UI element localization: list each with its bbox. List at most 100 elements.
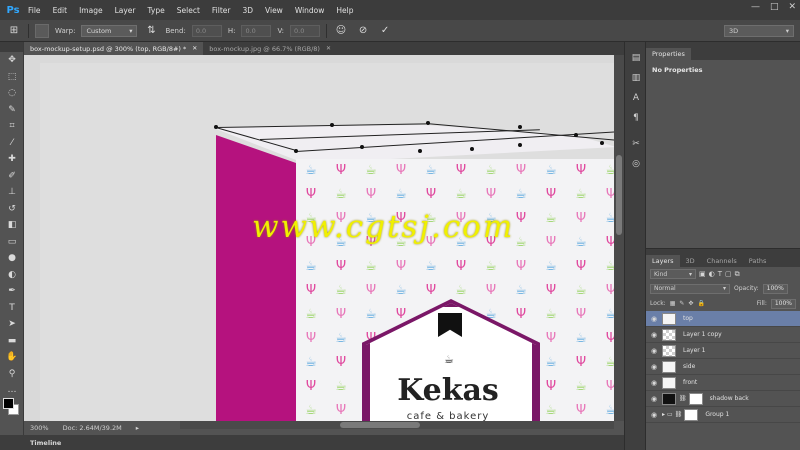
puppet-icon[interactable]: ☺ [333, 23, 349, 39]
paragraph-panel-icon[interactable]: ¶ [625, 108, 647, 128]
lock-all-icon[interactable]: 🔒 [697, 300, 704, 307]
history-panel-icon[interactable]: ▤ [625, 48, 647, 68]
more-tools-icon[interactable]: … [0, 382, 24, 399]
layer-name[interactable]: side [679, 363, 695, 370]
menu-3d[interactable]: 3D [236, 6, 259, 15]
cancel-transform-icon[interactable]: ⊘ [355, 23, 371, 39]
layer-row-layer-1[interactable]: ◉ Layer 1 [646, 343, 800, 359]
tab-channels[interactable]: Channels [701, 255, 743, 267]
horizontal-scroll-thumb[interactable] [340, 422, 420, 428]
dodge-tool-icon[interactable]: ◐ [0, 267, 24, 284]
menu-edit[interactable]: Edit [47, 6, 74, 15]
visibility-eye-icon[interactable]: ◉ [646, 315, 662, 323]
layer-row-top[interactable]: ◉ top [646, 311, 800, 327]
status-menu-icon[interactable]: ▸ [136, 424, 139, 432]
move-tool-icon[interactable]: ✥ [0, 52, 24, 69]
canvas-area[interactable]: ☕ Ψ ☕ Ψ ☕ Ψ ☕ Ψ ☕ Ψ ☕ Ψ ☕ Ψ ☕ Ψ ☕ Ψ ☕ Ψ ☕ Ψ ☕ Ψ ☕ Ψ ☕ Ψ ☕ Ψ ☕ Ψ ☕ Ψ ☕ Ψ ☕ Ψ ☕ Ψ… [24, 55, 614, 421]
pixel-filter-icon[interactable]: ▣ [699, 270, 706, 278]
warp-handle[interactable] [470, 147, 474, 151]
marquee-tool-icon[interactable]: ⬚ [0, 69, 24, 86]
tab-3d[interactable]: 3D [680, 255, 701, 267]
maximize-icon[interactable]: □ [770, 2, 779, 12]
layer-row-group-1[interactable]: ◉ ▸ ▭ ⛓ Group 1 [646, 407, 800, 423]
lock-image-icon[interactable]: ✎ [679, 300, 684, 307]
warp-tool-icon[interactable]: ⊞ [6, 23, 22, 39]
layer-row-shadow-back[interactable]: ◉ ⛓ shadow back [646, 391, 800, 407]
menu-select[interactable]: Select [171, 6, 206, 15]
clone-source-icon[interactable]: ◎ [625, 154, 647, 174]
tab-box-mockup-setup[interactable]: box-mockup-setup.psd @ 300% (top, RGB/8#… [24, 42, 204, 55]
lasso-tool-icon[interactable]: ◌ [0, 85, 24, 102]
tab-layers[interactable]: Layers [646, 255, 680, 267]
warp-handle[interactable] [418, 149, 422, 153]
timeline-panel-tab[interactable]: Timeline [0, 435, 624, 450]
close-icon[interactable]: ✕ [326, 45, 331, 52]
visibility-eye-icon[interactable]: ◉ [646, 411, 662, 419]
menu-type[interactable]: Type [142, 6, 171, 15]
menu-layer[interactable]: Layer [109, 6, 142, 15]
tool-presets-icon[interactable]: ✂ [625, 134, 647, 154]
smart-object-filter-icon[interactable]: ⧉ [735, 270, 740, 279]
menu-filter[interactable]: Filter [206, 6, 237, 15]
history-brush-tool-icon[interactable]: ↺ [0, 201, 24, 218]
visibility-eye-icon[interactable]: ◉ [646, 331, 662, 339]
grid-icon[interactable] [35, 23, 49, 38]
layer-row-layer-1-copy[interactable]: ◉ Layer 1 copy [646, 327, 800, 343]
layer-row-front[interactable]: ◉ front [646, 375, 800, 391]
brush-tool-icon[interactable]: ✐ [0, 168, 24, 185]
expand-arrow-icon[interactable]: ▸ [662, 411, 665, 418]
minimize-icon[interactable]: — [751, 2, 760, 12]
foreground-color-swatch[interactable] [3, 398, 14, 409]
menu-help[interactable]: Help [330, 6, 359, 15]
layer-row-side[interactable]: ◉ side [646, 359, 800, 375]
tab-properties[interactable]: Properties [646, 48, 691, 60]
tools-panel-header[interactable] [0, 42, 23, 52]
path-select-tool-icon[interactable]: ➤ [0, 316, 24, 333]
horizontal-scrollbar[interactable] [180, 421, 614, 429]
layer-name[interactable]: top [679, 315, 693, 322]
warp-style-select[interactable]: Custom ▾ [81, 24, 138, 37]
visibility-eye-icon[interactable]: ◉ [646, 363, 662, 371]
fill-input[interactable]: 100% [770, 298, 796, 309]
layer-name[interactable]: shadow back [706, 395, 749, 402]
layer-name[interactable]: Group 1 [701, 411, 729, 418]
shape-filter-icon[interactable]: ▢ [725, 270, 732, 278]
warp-handle[interactable] [600, 141, 604, 145]
menu-file[interactable]: File [22, 6, 47, 15]
vertical-scrollbar[interactable] [614, 55, 624, 421]
tab-box-mockup-jpg[interactable]: box-mockup.jpg @ 66.7% (RGB/8) ✕ [203, 42, 337, 55]
workspace-select[interactable]: 3D ▾ [724, 25, 794, 37]
healing-brush-tool-icon[interactable]: ✚ [0, 151, 24, 168]
menu-image[interactable]: Image [73, 6, 109, 15]
actions-panel-icon[interactable]: ▥ [625, 68, 647, 88]
close-icon[interactable]: ✕ [788, 2, 796, 12]
hand-tool-icon[interactable]: ✋ [0, 349, 24, 366]
adjustment-filter-icon[interactable]: ◐ [709, 270, 715, 278]
vertical-scroll-thumb[interactable] [616, 155, 622, 235]
layer-name[interactable]: Layer 1 [679, 347, 705, 354]
zoom-tool-icon[interactable]: ⚲ [0, 366, 24, 383]
eraser-tool-icon[interactable]: ◧ [0, 217, 24, 234]
color-swatches[interactable] [3, 398, 19, 418]
warp-handle[interactable] [518, 125, 522, 129]
lock-position-icon[interactable]: ✥ [688, 300, 693, 307]
warp-handle[interactable] [426, 121, 430, 125]
menu-window[interactable]: Window [289, 6, 331, 15]
warp-handle[interactable] [214, 125, 218, 129]
warp-handle[interactable] [360, 145, 364, 149]
blend-mode-select[interactable]: Normal ▾ [650, 283, 730, 294]
pen-tool-icon[interactable]: ✒ [0, 283, 24, 300]
type-tool-icon[interactable]: T [0, 300, 24, 317]
layer-filter-kind-select[interactable]: Kind ▾ [650, 269, 696, 279]
v-input[interactable]: 0.0 [290, 24, 321, 37]
commit-transform-icon[interactable]: ✓ [377, 23, 393, 39]
crop-tool-icon[interactable]: ⌗ [0, 118, 24, 135]
h-input[interactable]: 0.0 [241, 24, 272, 37]
quick-select-tool-icon[interactable]: ✎ [0, 102, 24, 119]
visibility-eye-icon[interactable]: ◉ [646, 347, 662, 355]
layer-name[interactable]: front [679, 379, 697, 386]
clone-stamp-tool-icon[interactable]: ⊥ [0, 184, 24, 201]
lock-transparent-icon[interactable]: ▦ [670, 300, 676, 307]
warp-handle[interactable] [518, 143, 522, 147]
warp-handle[interactable] [294, 149, 298, 153]
